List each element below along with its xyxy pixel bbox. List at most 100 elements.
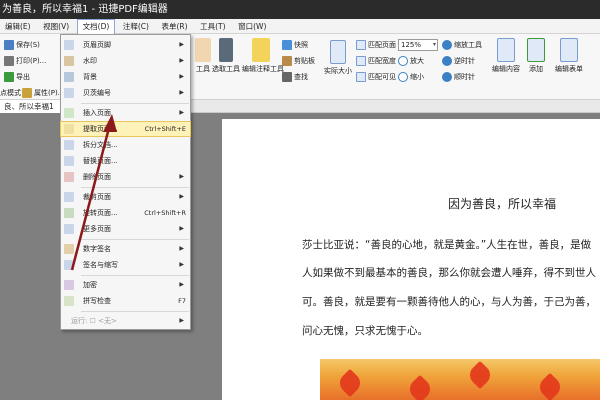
actual-size-button[interactable]: 实际大小 xyxy=(322,40,354,76)
menu-item-more-pages[interactable]: 更多页面 ▶ xyxy=(61,222,190,236)
menu-window[interactable]: 窗口(W) xyxy=(233,19,271,34)
window-titlebar: 为善良，所以幸福1 - 迅捷PDF编辑器 xyxy=(0,0,600,19)
menu-item-bates-numbering[interactable]: 贝茨编号 ▶ xyxy=(61,86,190,100)
fit-width-button[interactable]: 匹配宽度 xyxy=(356,56,396,66)
clipboard-icon xyxy=(282,56,292,66)
window-title: 为善良，所以幸福1 - 迅捷PDF编辑器 xyxy=(2,4,168,15)
document-dropdown-menu: 页眉页脚 ▶ 水印 ▶ 背景 ▶ 贝茨编号 ▶ 插入页面 ▶ 提取页面... Ctrl+Sh… xyxy=(60,34,191,330)
snapshot-button[interactable]: 快照 xyxy=(282,40,308,50)
add-image-icon xyxy=(527,38,545,62)
replace-page-icon xyxy=(64,156,74,166)
pen-icon xyxy=(64,260,74,270)
menu-item-digital-signature[interactable]: 数字签名 ▶ xyxy=(61,242,190,256)
zoom-out-button[interactable]: 缩小 xyxy=(398,72,424,82)
actual-size-icon xyxy=(330,40,346,64)
chevron-down-icon: ▾ xyxy=(432,41,436,48)
menu-item-rotate-page[interactable]: 旋转页面... Ctrl+Shift+R xyxy=(61,206,190,220)
fit-page-button[interactable]: 匹配页面 xyxy=(356,40,396,50)
menu-item-insert-page[interactable]: 插入页面 ▶ xyxy=(61,106,190,120)
signature-icon xyxy=(64,244,74,254)
menu-item-background[interactable]: 背景 ▶ xyxy=(61,70,190,84)
menu-view[interactable]: 视图(V) xyxy=(38,19,74,34)
rotate-right-icon xyxy=(442,72,452,82)
rotate-left-icon xyxy=(442,56,452,66)
menu-item-sign-initials[interactable]: 签名与缩写 ▶ xyxy=(61,258,190,272)
maple-leaf xyxy=(465,360,495,390)
maple-leaf xyxy=(535,372,565,400)
doc-paragraph-line: 可。善良，就是要有一颗善待他人的心，与人为善，于己为善， xyxy=(302,296,596,308)
chevron-right-icon: ▶ xyxy=(179,89,184,96)
zoom-in-icon xyxy=(398,56,408,66)
print-button[interactable]: 打印(P)... xyxy=(4,56,46,66)
doc-paragraph-line: 问心无愧，只求无愧于心。 xyxy=(302,325,428,337)
edit-form-button[interactable]: 编辑表单 xyxy=(552,38,586,74)
menu-document[interactable]: 文档(D) xyxy=(76,19,116,34)
menu-item-replace-page[interactable]: 替换页面... xyxy=(61,154,190,168)
add-button[interactable]: 添加 xyxy=(524,38,548,74)
hand-tool-button[interactable]: 工具 xyxy=(193,38,213,74)
extract-page-icon xyxy=(64,124,74,134)
zoom-tool-button[interactable]: 缩放工具 xyxy=(442,40,482,50)
save-button[interactable]: 保存(S) xyxy=(4,40,40,50)
pdf-page: 因为善良，所以幸福 莎士比亚说：“善良的心地，就是黄金。”人生在世，善良，是做 … xyxy=(222,119,600,400)
magnifier-icon xyxy=(442,40,452,50)
menu-item-watermark[interactable]: 水印 ▶ xyxy=(61,54,190,68)
menu-item-spell-check[interactable]: 拼写检查 F7 xyxy=(61,294,190,308)
chevron-right-icon: ▶ xyxy=(179,225,184,232)
document-tab-label: 良、所以幸福1 xyxy=(4,102,54,111)
chevron-right-icon: ▶ xyxy=(179,317,184,324)
clipboard-button[interactable]: 剪贴板 xyxy=(282,56,315,66)
menu-comment[interactable]: 注释(C) xyxy=(118,19,154,34)
menu-item-header-footer[interactable]: 页眉页脚 ▶ xyxy=(61,38,190,52)
zoom-select[interactable]: 125% ▾ xyxy=(398,39,438,51)
hand-icon xyxy=(195,38,211,62)
menu-item-run: 运行: ☐ <无> ▶ xyxy=(61,314,190,328)
chevron-right-icon: ▶ xyxy=(179,261,184,268)
chevron-right-icon: ▶ xyxy=(179,173,184,180)
rotate-ccw-button[interactable]: 逆时针 xyxy=(442,56,475,66)
edit-annotation-tool-button[interactable]: 编辑注释工具 xyxy=(242,38,284,74)
menu-tools[interactable]: 工具(T) xyxy=(195,19,230,34)
menu-item-delete-page[interactable]: 删除页面 ▶ xyxy=(61,170,190,184)
fit-visible-button[interactable]: 匹配可见 xyxy=(356,72,396,82)
menu-item-split-document[interactable]: 拆分文档... xyxy=(61,138,190,152)
maple-leaf-photo xyxy=(320,359,600,400)
insert-page-icon xyxy=(64,108,74,118)
fit-page-icon xyxy=(356,40,366,50)
export-button[interactable]: 导出 xyxy=(4,72,30,82)
menu-item-encrypt[interactable]: 加密 ▶ xyxy=(61,278,190,292)
maple-leaf xyxy=(405,374,435,400)
edit-content-icon xyxy=(497,38,515,62)
form-icon xyxy=(560,38,578,62)
properties-button[interactable]: 属性(P)... xyxy=(22,88,64,98)
menu-form[interactable]: 表单(R) xyxy=(157,19,193,34)
bates-icon xyxy=(64,88,74,98)
menu-edit[interactable]: 编辑(E) xyxy=(0,19,36,34)
chevron-right-icon: ▶ xyxy=(179,109,184,116)
watermark-icon xyxy=(64,56,74,66)
edit-content-button[interactable]: 编辑内容 xyxy=(490,38,522,74)
save-icon xyxy=(4,40,14,50)
rotate-cw-button[interactable]: 顺时针 xyxy=(442,72,475,82)
rotate-page-icon xyxy=(64,208,74,218)
chevron-right-icon: ▶ xyxy=(179,73,184,80)
more-pages-icon xyxy=(64,224,74,234)
menu-separator xyxy=(81,311,189,312)
zoom-in-button[interactable]: 放大 xyxy=(398,56,424,66)
properties-icon xyxy=(22,88,32,98)
print-icon xyxy=(4,56,14,66)
find-button[interactable]: 查找 xyxy=(282,72,308,82)
chevron-right-icon: ▶ xyxy=(179,281,184,288)
doc-paragraph-line: 人如果做不到最基本的善良，那么你就会遭人唾弃，得不到世人 xyxy=(302,267,596,279)
menu-item-extract-page[interactable]: 提取页面... Ctrl+Shift+E xyxy=(60,121,191,137)
menu-separator xyxy=(81,103,189,104)
chevron-right-icon: ▶ xyxy=(179,41,184,48)
select-tool-button[interactable]: 选取工具 xyxy=(212,38,240,74)
menu-separator xyxy=(81,187,189,188)
maple-leaf xyxy=(335,368,365,398)
lock-icon xyxy=(64,280,74,290)
point-mode-button[interactable]: 点模式 xyxy=(0,88,21,98)
background-icon xyxy=(64,72,74,82)
menu-item-crop-page[interactable]: 裁剪页面 ▶ xyxy=(61,190,190,204)
menubar: 编辑(E) 视图(V) 文档(D) 注释(C) 表单(R) 工具(T) 窗口(W… xyxy=(0,19,600,34)
